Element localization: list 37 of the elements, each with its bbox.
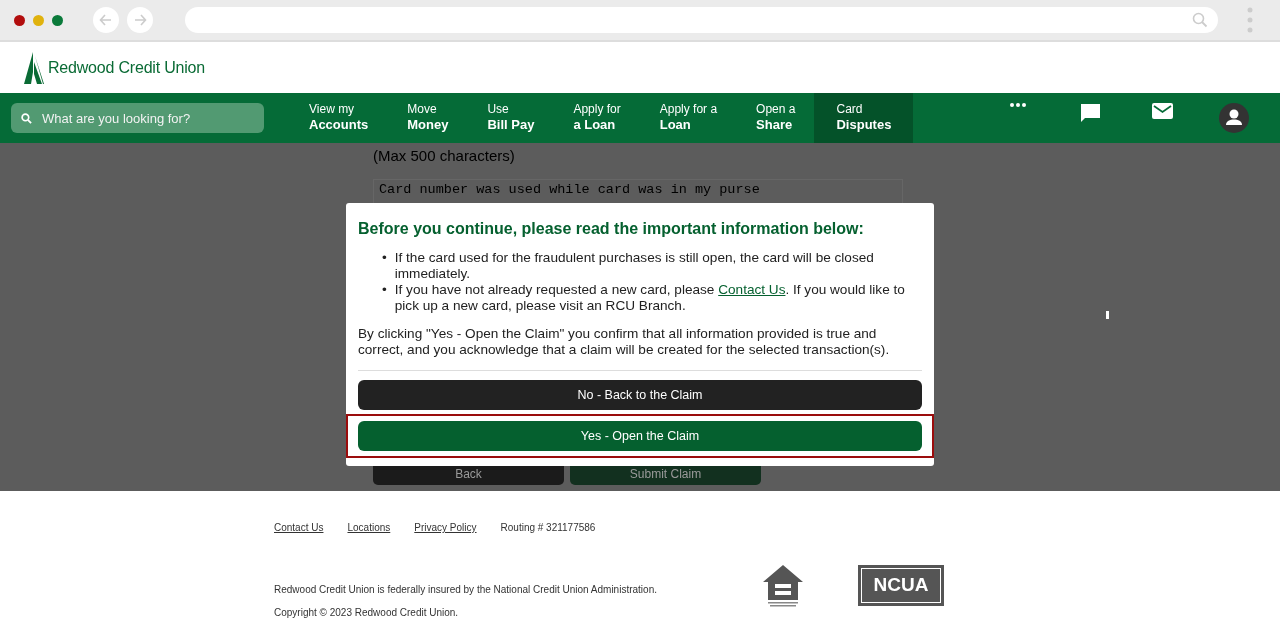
nav-tab[interactable]: Card Disputes [814,93,914,143]
dialog-title: Before you continue, please read the important information below: [358,219,865,239]
confirmation-text: By clicking "Yes - Open the Claim" you confirm that all information provided is true and correct, and you acknowledge that a claim will be created for the selected transaction(s). [358,326,922,372]
search-field[interactable]: What are you looking for? [11,103,264,133]
nav-tab[interactable]: Apply for a Loan [573,93,621,143]
tree-logo-icon [24,51,44,84]
text-cursor-icon [1106,311,1109,319]
nav-tab[interactable]: Apply for a Loan [659,93,718,143]
ncua-logo: NCUA [858,565,944,606]
equal-housing-logo-icon [762,564,804,608]
user-avatar-icon[interactable] [1219,103,1250,133]
nav-tab[interactable]: Use Bill Pay [487,93,535,143]
nav-tab[interactable]: Open a Share [756,93,796,143]
more-dots-icon[interactable] [1010,103,1027,107]
open-claim-button[interactable]: Yes - Open the Claim [358,421,922,452]
footer-link[interactable]: Privacy Policy [414,520,477,535]
copyright-text: Copyright © 2023 Redwood Credit Union. [274,606,459,620]
mail-icon[interactable] [1151,103,1173,119]
info-bullet: If you have not already requested a new card, please Contact Us. If you would like to pick up a new card, please visit an RCU Branch. [394,282,906,315]
insurance-notice: Redwood Credit Union is federally insured by the National Credit Union Administration. [274,583,657,597]
footer-link[interactable]: Contact Us [274,520,324,535]
search-icon [1192,12,1208,28]
footer-link[interactable]: Locations [347,520,391,535]
bullet-marker: • [382,250,387,268]
logo-text: Redwood Credit Union [48,57,205,78]
nav-tab[interactable]: Move Money [407,93,449,143]
maximize-window-dot[interactable] [52,14,63,26]
search-icon [21,113,32,124]
routing-number: Routing # 321177586 [500,521,596,535]
minimize-window-dot[interactable] [33,14,44,26]
info-bullet: If the card used for the fraudulent purchases is still open, the card will be closed immediately. [394,250,875,283]
close-window-dot[interactable] [14,14,25,26]
character-limit-hint: (Max 500 characters) [373,147,516,165]
bullet-marker: • [382,282,387,300]
back-to-claim-button[interactable]: No - Back to the Claim [358,380,922,411]
nav-tab[interactable]: View my Accounts [309,93,369,143]
chat-bubble-icon[interactable] [1079,103,1101,123]
